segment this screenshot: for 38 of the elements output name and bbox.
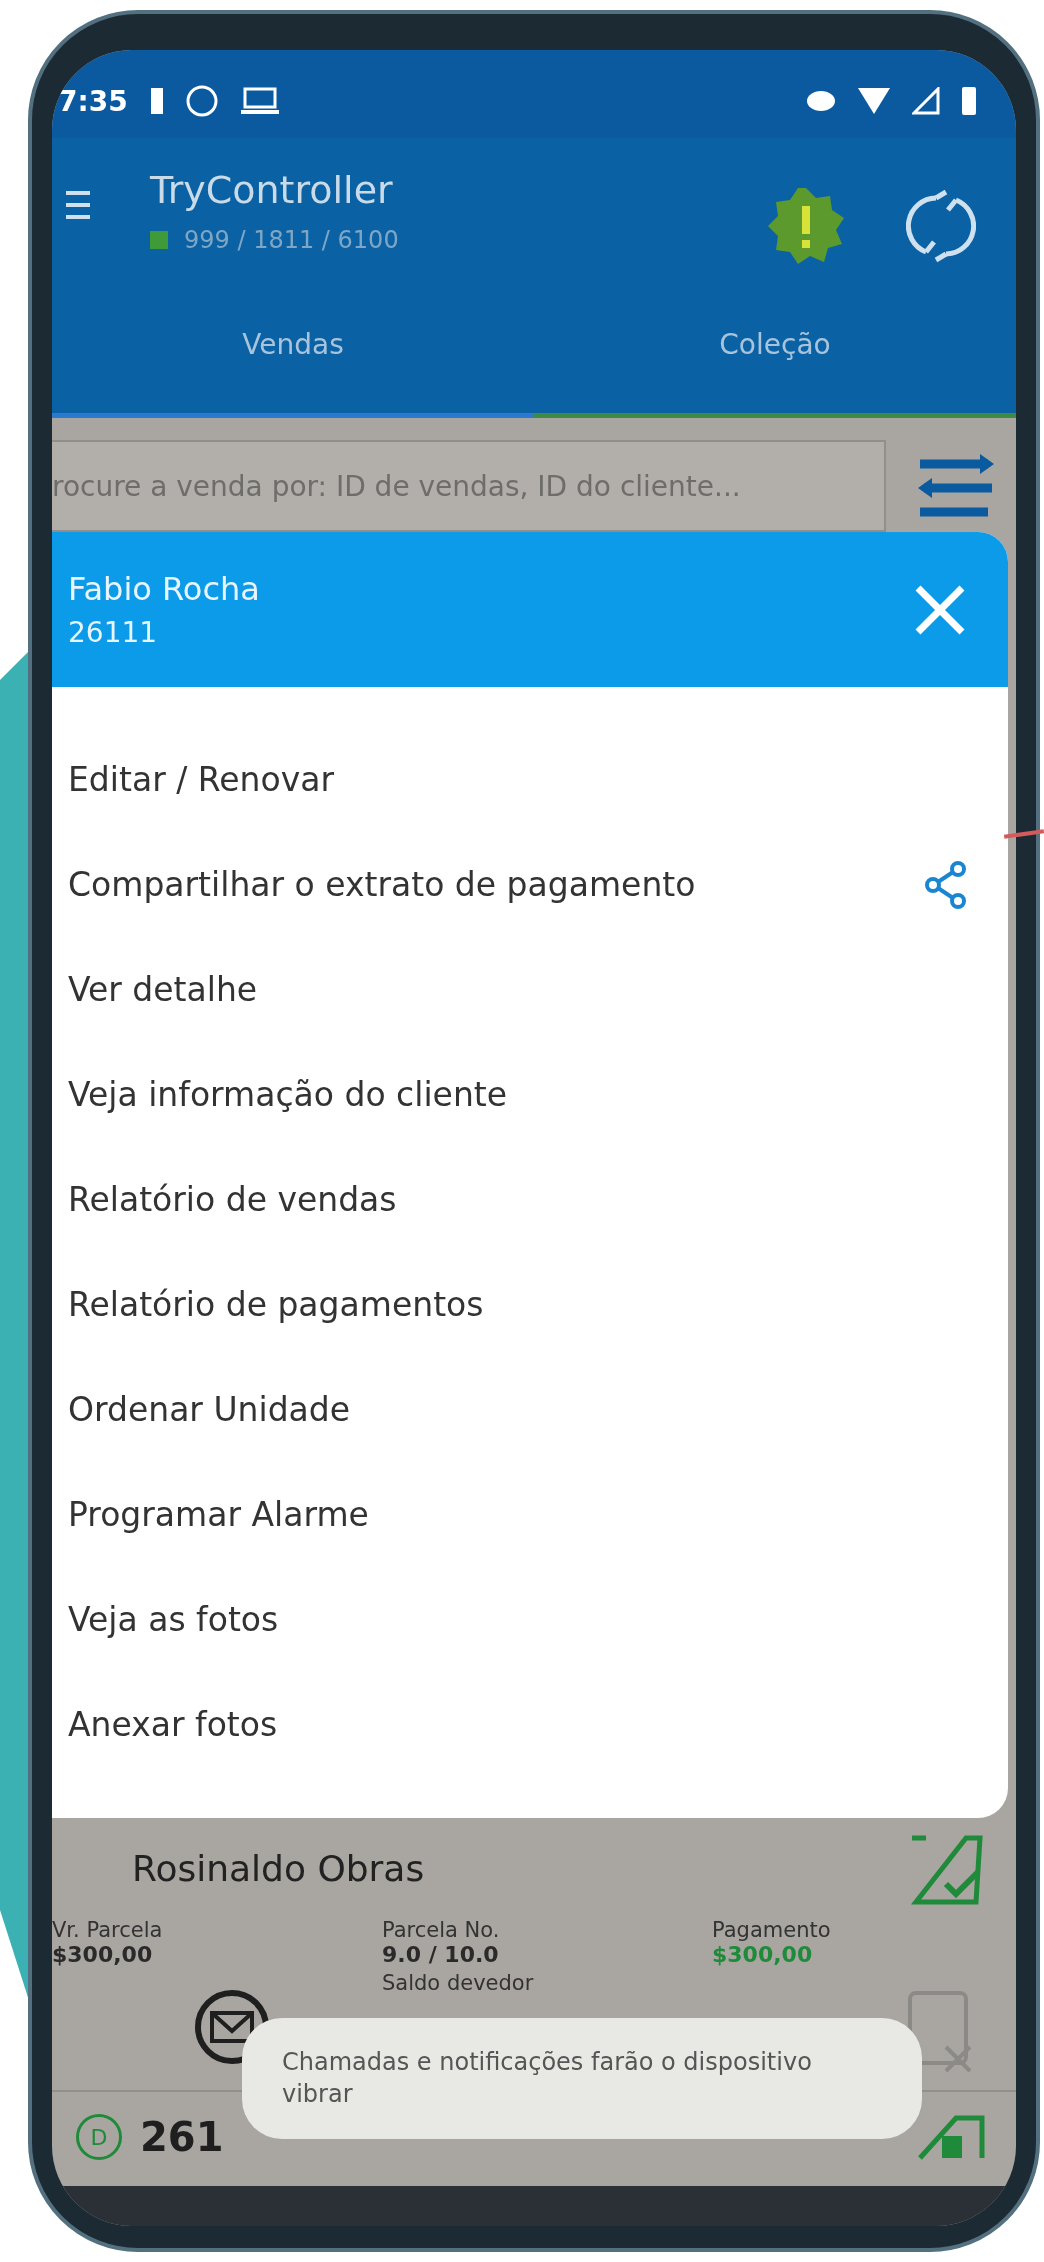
status-badge: D [76,2114,122,2160]
field-label: Parcela No. [382,1918,501,1942]
menu-item[interactable]: Anexar fotos [52,1672,1008,1777]
share-icon[interactable] [924,859,968,910]
app-title: TryController [150,168,394,212]
clock-time: 7:35 [58,84,128,118]
client-name: Rosinaldo Obras [131,1847,425,1889]
field-value: 9.0 / 10.0 [382,1942,500,1967]
menu-item[interactable]: Relatório de vendas [52,1147,1008,1252]
signal-icon [912,87,940,115]
alert-badge-icon[interactable] [766,186,846,266]
field-value: $300,00 [52,1942,154,1967]
laptop-icon [239,87,280,115]
tab[interactable]: Vendas [52,328,534,418]
menu-item[interactable]: Compartilhar o extrato de pagamento [52,832,1008,937]
menu-item[interactable]: Editar / Renovar [52,727,1008,832]
wifi-icon [858,88,890,114]
dialog-subtitle: 26111 [68,616,159,649]
menu-item[interactable]: Relatório de pagamentos [52,1252,1008,1357]
tab[interactable]: Coleção [534,328,1016,418]
circle-icon [185,85,218,117]
menu-item[interactable]: Veja as fotos [52,1567,1008,1672]
field-label: Vr. Parcela [52,1918,164,1942]
sale-title: 261 [140,2114,224,2160]
battery-icon [962,87,976,115]
field-label: Pagamento [712,1918,832,1942]
counts-text: 999 / 1811 / 6100 [184,226,399,254]
field-label: Saldo devedor [382,1971,535,1995]
menu-item[interactable]: Programar Alarme [52,1462,1008,1567]
menu-icon[interactable] [66,190,90,220]
field-value: $300,00 [712,1942,814,1967]
toast-message: Chamadas e notificações farão o dispositivo vibrar [242,2018,922,2139]
dialog-title: Fabio Rocha [68,570,261,608]
menu-item[interactable]: Ver detalhe [52,937,1008,1042]
menu-item[interactable]: Veja informação do cliente [52,1042,1008,1147]
status-square-icon [150,231,168,249]
menu-item[interactable]: Ordenar Unidade [52,1357,1008,1462]
eye-icon [806,90,836,112]
